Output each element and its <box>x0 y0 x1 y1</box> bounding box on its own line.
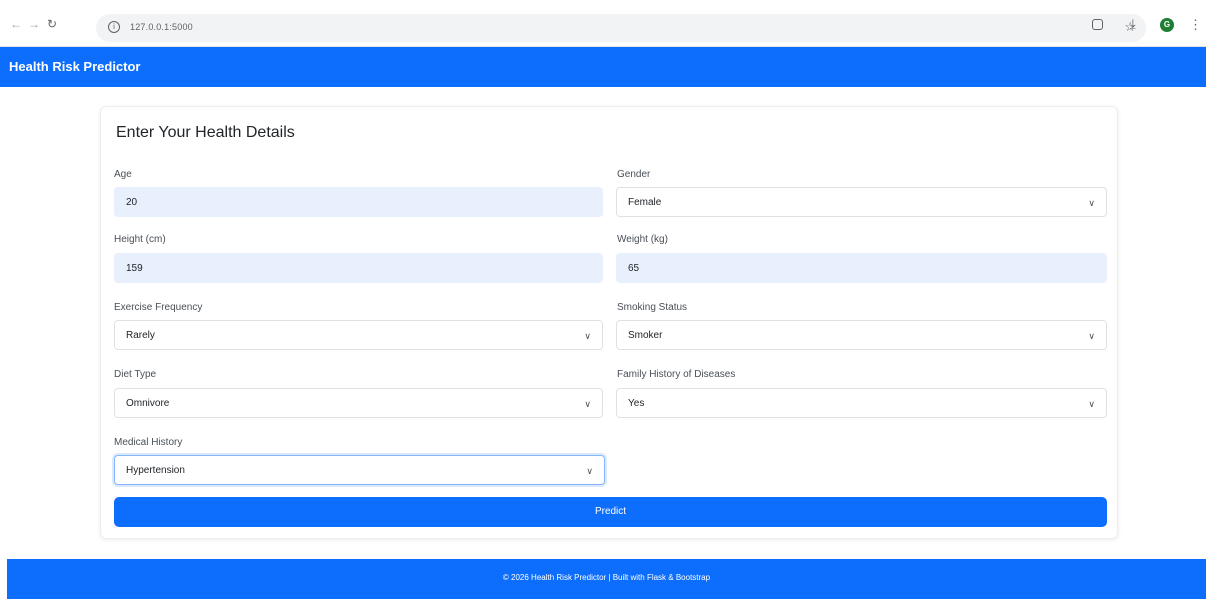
exercise-select[interactable]: Rarely ∨ <box>114 320 603 350</box>
diet-label: Diet Type <box>114 369 157 380</box>
weight-value: 65 <box>628 263 640 274</box>
download-icon[interactable]: ⤓ <box>1130 17 1136 30</box>
address-bar[interactable]: i 127.0.0.1:5000 ☆ <box>96 14 1146 42</box>
browser-toolbar: ← → ↻ i 127.0.0.1:5000 ☆ ⤓ G ⋮ <box>0 0 1206 47</box>
profile-avatar[interactable]: G <box>1160 18 1174 32</box>
gender-select[interactable]: Female ∨ <box>616 187 1107 217</box>
chevron-down-icon: ∨ <box>586 466 593 476</box>
chevron-down-icon: ∨ <box>1088 399 1095 409</box>
forward-icon[interactable]: → <box>27 17 41 31</box>
diet-select[interactable]: Omnivore ∨ <box>114 388 603 418</box>
family-history-select[interactable]: Yes ∨ <box>616 388 1107 418</box>
back-icon[interactable]: ← <box>9 17 23 31</box>
exercise-label: Exercise Frequency <box>114 302 203 313</box>
health-form-card: Enter Your Health Details Age 20 Gender … <box>100 106 1118 539</box>
site-info-icon[interactable]: i <box>108 21 120 33</box>
medical-history-value: Hypertension <box>126 465 185 476</box>
height-value: 159 <box>126 263 143 274</box>
age-input[interactable]: 20 <box>114 187 603 217</box>
smoking-label: Smoking Status <box>617 302 688 313</box>
predict-button[interactable]: Predict <box>114 497 1107 527</box>
weight-label: Weight (kg) <box>617 234 668 245</box>
age-value: 20 <box>126 197 138 208</box>
smoking-value: Smoker <box>628 330 663 341</box>
gender-label: Gender <box>617 169 651 180</box>
medical-history-select[interactable]: Hypertension ∨ <box>114 455 605 485</box>
age-label: Age <box>114 169 132 180</box>
diet-value: Omnivore <box>126 398 170 409</box>
height-input[interactable]: 159 <box>114 253 603 283</box>
navbar-brand[interactable]: Health Risk Predictor <box>9 59 141 74</box>
extensions-icon[interactable] <box>1092 19 1103 30</box>
chevron-down-icon: ∨ <box>584 399 591 409</box>
app-navbar: Health Risk Predictor <box>0 47 1206 87</box>
smoking-select[interactable]: Smoker ∨ <box>616 320 1107 350</box>
chevron-down-icon: ∨ <box>584 331 591 341</box>
medical-history-label: Medical History <box>114 437 183 448</box>
reload-icon[interactable]: ↻ <box>45 17 59 31</box>
app-footer: © 2026 Health Risk Predictor | Built wit… <box>7 559 1206 599</box>
form-title: Enter Your Health Details <box>116 124 295 141</box>
family-history-value: Yes <box>628 398 645 409</box>
browser-menu-icon[interactable]: ⋮ <box>1189 17 1202 33</box>
family-history-label: Family History of Diseases <box>617 369 736 380</box>
gender-value: Female <box>628 197 662 208</box>
chevron-down-icon: ∨ <box>1088 331 1095 341</box>
chevron-down-icon: ∨ <box>1088 198 1095 208</box>
weight-input[interactable]: 65 <box>616 253 1107 283</box>
height-label: Height (cm) <box>114 234 166 245</box>
address-url[interactable]: 127.0.0.1:5000 <box>130 22 193 32</box>
footer-text: © 2026 Health Risk Predictor | Built wit… <box>502 573 711 582</box>
exercise-value: Rarely <box>126 330 155 341</box>
tab-strip <box>0 0 1206 8</box>
